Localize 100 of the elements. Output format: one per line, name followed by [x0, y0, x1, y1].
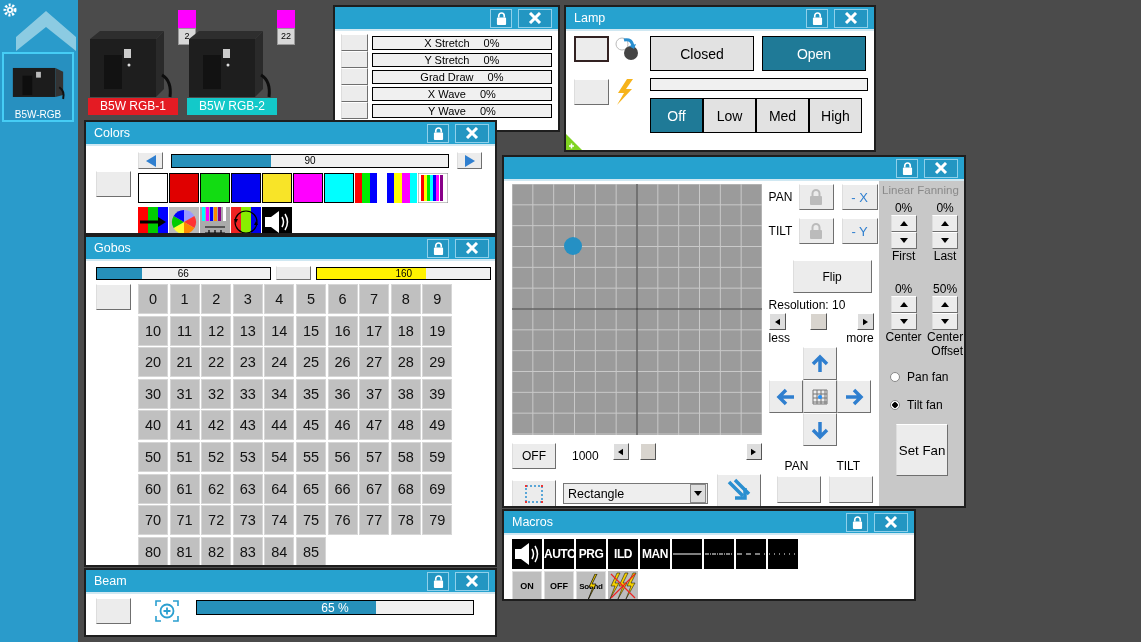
gobo-button[interactable]: 45 — [295, 410, 326, 441]
gobo-button[interactable]: 28 — [390, 347, 421, 378]
gobo-button[interactable]: 72 — [201, 505, 232, 536]
gobo-button[interactable]: 80 — [138, 536, 168, 565]
gobo-button[interactable]: 68 — [390, 473, 421, 504]
gobo-button[interactable]: 21 — [169, 347, 200, 378]
rotation-slider[interactable]: 160 — [316, 266, 491, 280]
gobo-button[interactable]: 3 — [232, 284, 263, 314]
gobo-button[interactable]: 40 — [138, 410, 168, 441]
gobo-button[interactable]: 50 — [138, 441, 168, 472]
gobo-button[interactable]: 64 — [264, 473, 295, 504]
gobo-button[interactable]: 78 — [390, 505, 421, 536]
effect-slider[interactable]: Grad Draw 0% — [371, 69, 552, 84]
device-tile[interactable]: B5W-RGB — [2, 52, 74, 122]
color-slider[interactable]: 90 — [171, 153, 449, 168]
beam-slider[interactable]: 65 % — [196, 599, 474, 615]
gobo-button[interactable]: 29 — [422, 347, 453, 378]
gobo-button[interactable]: 61 — [169, 473, 200, 504]
gobo-button[interactable]: 23 — [232, 347, 263, 378]
gobo-button[interactable]: 58 — [390, 441, 421, 472]
gobo-button[interactable]: 14 — [264, 315, 295, 346]
gobo-button[interactable]: 39 — [422, 378, 453, 409]
gobo-button[interactable]: 54 — [264, 441, 295, 472]
macro-button[interactable]: OFF — [544, 571, 574, 599]
gobo-button[interactable]: 75 — [295, 505, 326, 536]
macro-button[interactable]: ON — [512, 571, 542, 599]
gobo-button[interactable]: 34 — [264, 378, 295, 409]
gobo-button[interactable]: 84 — [264, 536, 295, 565]
gobo-button[interactable]: 36 — [327, 378, 358, 409]
gobo-button[interactable]: 22 — [201, 347, 232, 378]
gobo-button[interactable]: 83 — [232, 536, 263, 565]
gobo-button[interactable]: 11 — [169, 315, 200, 346]
gobo-button[interactable]: 2 — [201, 284, 232, 314]
gobo-button[interactable]: 43 — [232, 410, 263, 441]
gobo-button[interactable]: 73 — [232, 505, 263, 536]
gobo-button[interactable]: 70 — [138, 505, 168, 536]
gobo-button[interactable]: 0 — [138, 284, 168, 314]
macro-button[interactable]: MAN — [640, 539, 670, 569]
gobo-button[interactable]: 42 — [201, 410, 232, 441]
gobo-button[interactable]: 24 — [264, 347, 295, 378]
gobo-button[interactable]: 17 — [359, 315, 390, 346]
gobo-button[interactable]: 18 — [390, 315, 421, 346]
shape-dropdown[interactable]: Rectangle — [563, 483, 708, 504]
gobo-button[interactable]: 12 — [201, 315, 232, 346]
gobo-button[interactable]: 31 — [169, 378, 200, 409]
invert-tilt-button[interactable]: - Y — [841, 218, 878, 244]
gobo-slider[interactable]: 66 — [96, 266, 271, 280]
gobo-button[interactable]: 79 — [422, 505, 453, 536]
fan-mode-radio[interactable]: Pan fan — [890, 370, 964, 384]
gobo-button[interactable]: 33 — [232, 378, 263, 409]
effect-slider[interactable]: Y Stretch 0% — [371, 52, 552, 67]
gobo-button[interactable]: 66 — [327, 473, 358, 504]
gobo-button[interactable]: 77 — [359, 505, 390, 536]
off-button[interactable]: OFF — [512, 442, 556, 469]
gobo-button[interactable]: 60 — [138, 473, 168, 504]
gobo-button[interactable]: 63 — [232, 473, 263, 504]
fixture-label[interactable]: B5W RGB-1 — [88, 98, 178, 115]
gobo-button[interactable]: 30 — [138, 378, 168, 409]
gobo-button[interactable]: 5 — [295, 284, 326, 314]
macro-button[interactable]: ILD — [608, 539, 638, 569]
gobo-button[interactable]: 62 — [201, 473, 232, 504]
power-level-tab[interactable]: High — [809, 98, 862, 133]
gobo-button[interactable]: 27 — [359, 347, 390, 378]
gobo-button[interactable]: 38 — [390, 378, 421, 409]
gobo-button[interactable]: 53 — [232, 441, 263, 472]
gobo-button[interactable]: 82 — [201, 536, 232, 565]
power-level-tab[interactable]: Med — [756, 98, 809, 133]
gobo-button[interactable]: 15 — [295, 315, 326, 346]
gobo-button[interactable]: 65 — [295, 473, 326, 504]
macro-button[interactable]: PRG — [576, 539, 606, 569]
gobo-button[interactable]: 85 — [295, 536, 326, 565]
gobo-button[interactable]: 56 — [327, 441, 358, 472]
gobo-button[interactable]: 9 — [422, 284, 453, 314]
gobo-button[interactable]: 76 — [327, 505, 358, 536]
gobo-button[interactable]: 6 — [327, 284, 358, 314]
fan-mode-radio[interactable]: Tilt fan — [890, 398, 964, 412]
gobo-button[interactable]: 71 — [169, 505, 200, 536]
gobo-button[interactable]: 59 — [422, 441, 453, 472]
effect-slider[interactable]: Y Wave 0% — [371, 103, 552, 118]
gobo-button[interactable]: 47 — [359, 410, 390, 441]
effect-slider[interactable]: X Wave 0% — [371, 86, 552, 101]
shutter-option[interactable]: Open — [762, 36, 866, 71]
gobo-button[interactable]: 67 — [359, 473, 390, 504]
effect-slider[interactable]: X Stretch 0% — [371, 35, 552, 50]
gobo-button[interactable]: 4 — [264, 284, 295, 314]
gobo-button[interactable]: 8 — [390, 284, 421, 314]
gobo-button[interactable]: 16 — [327, 315, 358, 346]
gobo-button[interactable]: 51 — [169, 441, 200, 472]
gobo-button[interactable]: 25 — [295, 347, 326, 378]
gobo-button[interactable]: 49 — [422, 410, 453, 441]
gobo-button[interactable]: 48 — [390, 410, 421, 441]
gobo-button[interactable]: 81 — [169, 536, 200, 565]
shutter-option[interactable]: Closed — [650, 36, 754, 71]
gobo-button[interactable]: 41 — [169, 410, 200, 441]
gobo-button[interactable]: 7 — [359, 284, 390, 314]
gobo-button[interactable]: 37 — [359, 378, 390, 409]
set-fan-button[interactable]: Set Fan — [896, 424, 949, 476]
gobo-button[interactable]: 46 — [327, 410, 358, 441]
gobo-button[interactable]: 35 — [295, 378, 326, 409]
gobo-button[interactable]: 19 — [422, 315, 453, 346]
